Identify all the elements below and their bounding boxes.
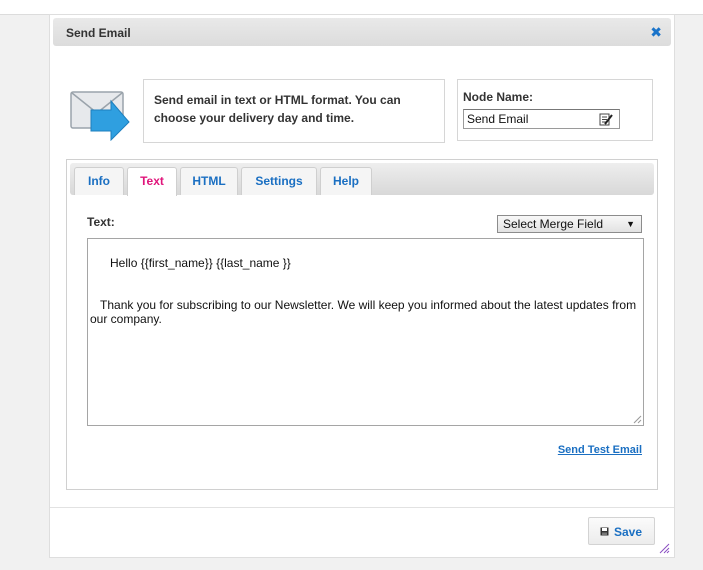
merge-field-selected: Select Merge Field [503,217,604,231]
node-name-field [463,109,620,129]
email-text-body[interactable]: Hello {{first_name}} {{last_name }} Than… [87,238,644,426]
dropdown-arrow-icon: ▼ [626,219,635,229]
dialog-resize-icon[interactable] [659,543,670,554]
node-name-input[interactable] [464,110,592,128]
save-button[interactable]: Save [588,517,655,545]
footer-divider [50,507,674,508]
node-name-label: Node Name: [463,90,534,104]
send-test-email-link[interactable]: Send Test Email [558,444,642,456]
tabs-panel: Info Text HTML Settings Help Text: Selec… [66,159,658,490]
close-icon[interactable]: ✖ [650,24,662,40]
dialog-title: Send Email [66,26,131,40]
email-text-content: Hello {{first_name}} {{last_name }} Than… [90,256,637,326]
save-icon [600,527,609,536]
merge-field-select[interactable]: Select Merge Field ▼ [497,215,642,233]
tab-help[interactable]: Help [320,167,372,195]
text-label: Text: [87,215,115,229]
dialog-titlebar[interactable]: Send Email ✖ [53,18,671,46]
tab-html[interactable]: HTML [180,167,238,195]
top-bar [0,0,703,15]
tab-text[interactable]: Text [127,167,177,196]
tab-info[interactable]: Info [74,167,124,195]
description-box: Send email in text or HTML format. You c… [143,79,445,143]
node-name-panel: Node Name: [457,79,653,141]
send-email-dialog: Send Email ✖ Send email in text or HTML … [49,14,675,558]
save-label: Save [614,525,643,539]
description-text: Send email in text or HTML format. You c… [154,93,401,125]
email-envelope-icon [70,91,130,141]
resize-grip-icon[interactable] [633,415,642,424]
tab-strip: Info Text HTML Settings Help [70,163,654,196]
tab-settings[interactable]: Settings [241,167,317,195]
edit-icon[interactable] [599,112,613,126]
